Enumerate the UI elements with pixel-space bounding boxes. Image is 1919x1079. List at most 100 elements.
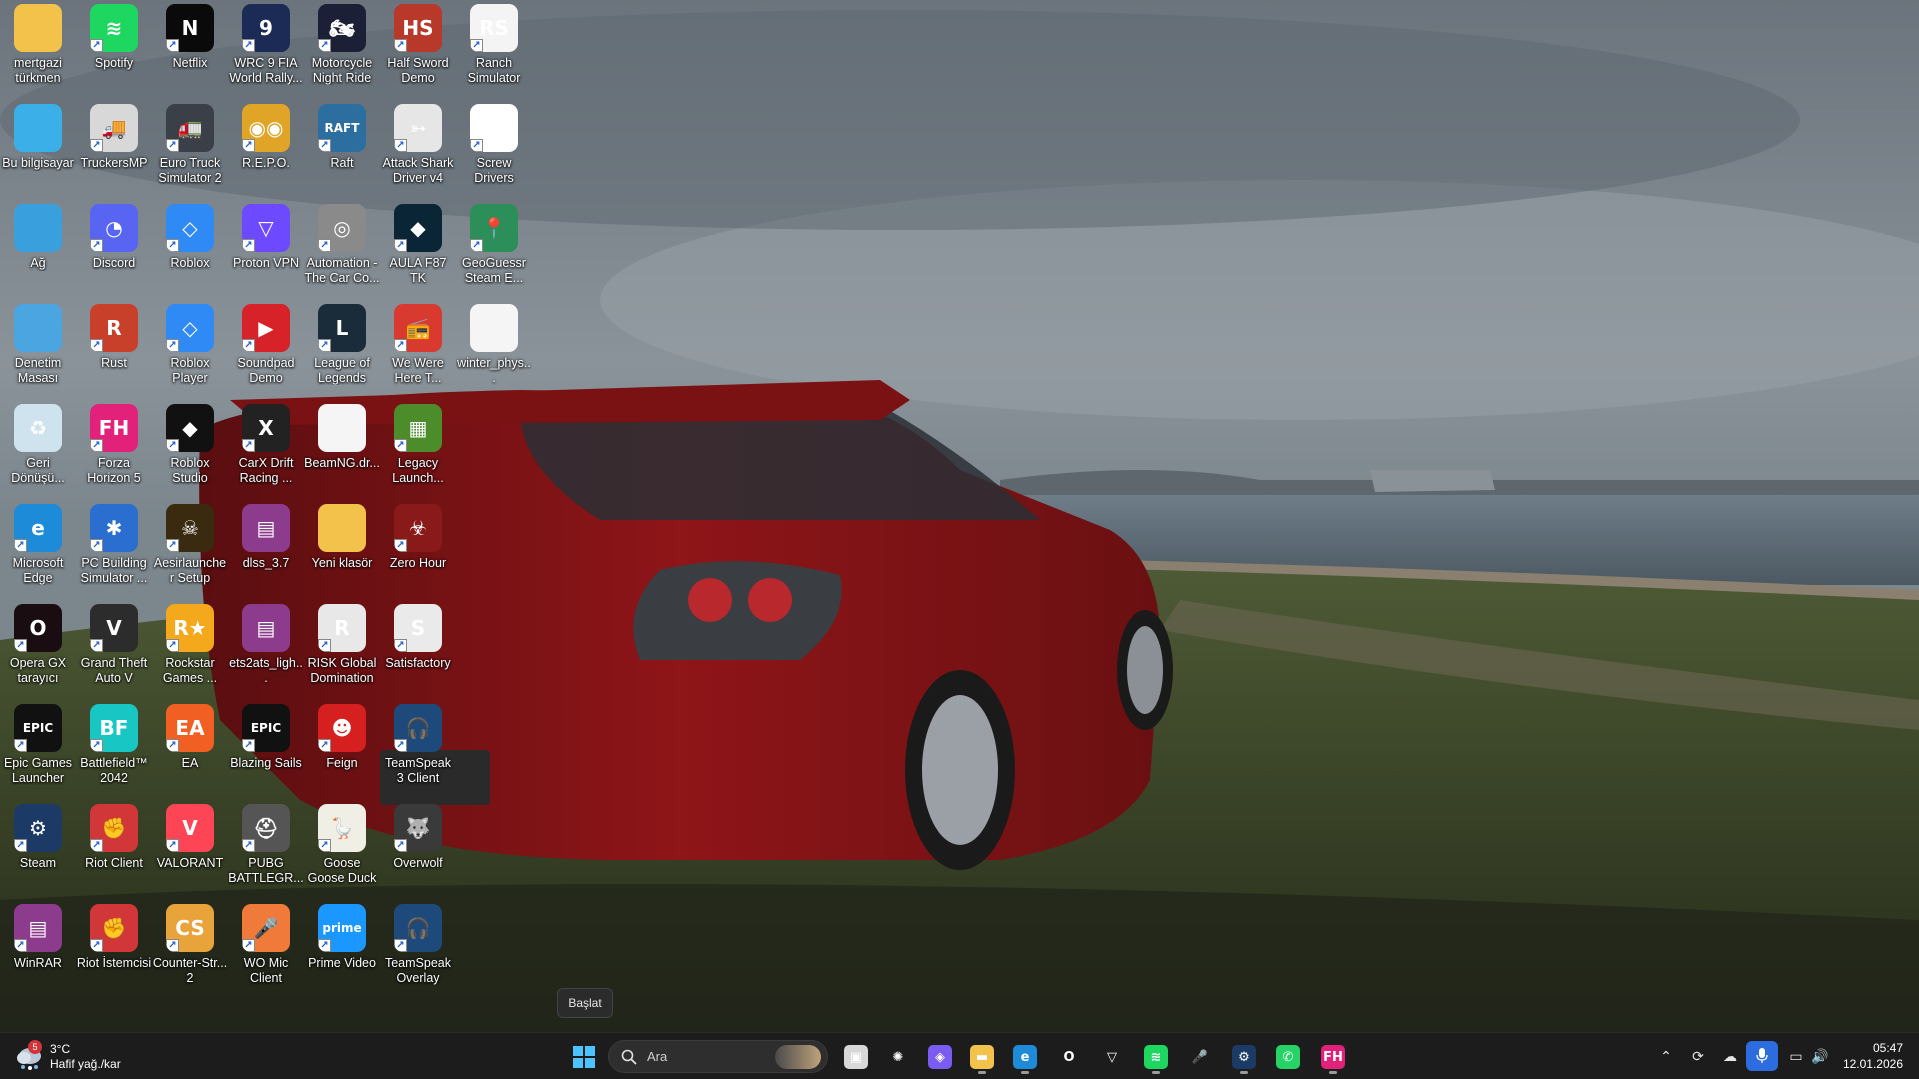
desktop-shortcut[interactable]: ◇ ↗ Roblox [152, 200, 228, 300]
taskbar-copilot-button[interactable]: ◈ [922, 1039, 958, 1075]
sync-icon[interactable]: ⟳ [1688, 1046, 1708, 1066]
icon-glyph: FH [98, 416, 130, 440]
taskbar-task-view-button[interactable]: ▣ [838, 1039, 874, 1075]
desktop-shortcut[interactable]: ▤ dlss_3.7 [228, 500, 304, 600]
desktop-shortcut[interactable]: X ↗ CarX Drift Racing ... [228, 400, 304, 500]
shortcut-arrow-icon: ↗ [394, 639, 407, 652]
search-box[interactable]: Ara [608, 1040, 828, 1073]
desktop-shortcut[interactable]: ✱ ↗ PC Building Simulator ... [76, 500, 152, 600]
icon-glyph: 🚛 [177, 116, 203, 140]
desktop-shortcut[interactable]: ◆ ↗ Roblox Studio [152, 400, 228, 500]
desktop-shortcut[interactable]: prime ↗ Prime Video [304, 900, 380, 1000]
desktop-shortcut[interactable]: 🪿 ↗ Goose Goose Duck [304, 800, 380, 900]
desktop-shortcut[interactable]: ⛑ ↗ PUBG BATTLEGR... [228, 800, 304, 900]
desktop-shortcut[interactable]: V ↗ VALORANT [152, 800, 228, 900]
desktop-shortcut[interactable]: ☣ ↗ Zero Hour [380, 500, 456, 600]
desktop-shortcut[interactable]: ⚙ ↗ Steam [0, 800, 76, 900]
desktop-shortcut[interactable]: ▤ ↗ WinRAR [0, 900, 76, 1000]
taskbar-microphone-button[interactable]: 🎤 [1182, 1039, 1218, 1075]
taskbar-forza-horizon-button[interactable]: FH [1315, 1039, 1351, 1075]
taskbar-file-explorer-button[interactable]: ▬ [964, 1039, 1000, 1075]
desktop-shortcut[interactable]: winter_phys... [456, 300, 532, 400]
desktop-shortcut[interactable]: EPIC ↗ Epic Games Launcher [0, 700, 76, 800]
desktop-shortcut[interactable]: ▦ ↗ Legacy Launch... [380, 400, 456, 500]
desktop-shortcut[interactable]: 9 ↗ WRC 9 FIA World Rally... [228, 0, 304, 100]
desktop-shortcut[interactable]: ◆ ↗ AULA F87 TK [380, 200, 456, 300]
desktop-shortcut[interactable]: 📍 ↗ GeoGuessr Steam E... [456, 200, 532, 300]
desktop-shortcut[interactable]: V ↗ Grand Theft Auto V [76, 600, 152, 700]
clock[interactable]: 05:47 12.01.2026 [1843, 1040, 1903, 1072]
desktop-shortcut[interactable]: BF ↗ Battlefield™ 2042 [76, 700, 152, 800]
desktop-shortcut-label: ets2ats_ligh... [229, 656, 303, 685]
desktop-shortcut[interactable]: 🎤 ↗ WO Mic Client [228, 900, 304, 1000]
desktop-shortcut[interactable]: N ↗ Netflix [152, 0, 228, 100]
desktop-shortcut[interactable]: mertgazi türkmen [0, 0, 76, 100]
desktop-shortcut[interactable]: RS ↗ Ranch Simulator [456, 0, 532, 100]
desktop-shortcut[interactable]: ☠ ↗ Aesirlauncher Setup [152, 500, 228, 600]
desktop-shortcut[interactable]: Bu bilgisayar [0, 100, 76, 200]
desktop-shortcut[interactable]: ▤ ets2ats_ligh... [228, 600, 304, 700]
desktop-shortcut[interactable]: ≋ ↗ Spotify [76, 0, 152, 100]
desktop-shortcut[interactable]: 🏍 ↗ Motorcycle Night Ride [304, 0, 380, 100]
desktop-shortcut[interactable]: R ↗ RISK Global Domination [304, 600, 380, 700]
desktop-shortcut[interactable]: 🚛 ↗ Euro Truck Simulator 2 [152, 100, 228, 200]
taskbar-opera-gx-button[interactable]: O [1051, 1039, 1087, 1075]
start-button[interactable] [568, 1041, 600, 1073]
weather-widget[interactable]: 5 3°C Hafif yağ./kar [14, 1039, 154, 1075]
proton-vpn-icon: ▽ ↗ [242, 204, 290, 252]
desktop-shortcut-label: PUBG BATTLEGR... [228, 856, 304, 885]
desktop-shortcut[interactable]: O ↗ Opera GX tarayıcı [0, 600, 76, 700]
taskbar-proton-vpn-button[interactable]: ▽ [1094, 1039, 1130, 1075]
desktop-shortcut[interactable]: SD ↗ Screw Drivers [456, 100, 532, 200]
desktop-shortcut[interactable]: BeamNG.dr... [304, 400, 380, 500]
onedrive-icon[interactable]: ☁ [1720, 1046, 1740, 1066]
desktop-shortcut[interactable]: ✊ ↗ Riot İstemcisi [76, 900, 152, 1000]
desktop-shortcut[interactable]: Yeni klasör [304, 500, 380, 600]
desktop-shortcut[interactable]: e ↗ Microsoft Edge [0, 500, 76, 600]
desktop-shortcut[interactable]: EA ↗ EA [152, 700, 228, 800]
desktop-shortcut-label: Feign [326, 756, 358, 770]
desktop-shortcut[interactable]: ◉◉ ↗ R.E.P.O. [228, 100, 304, 200]
network-icon[interactable]: ▭ [1786, 1046, 1806, 1066]
desktop-shortcut[interactable]: ✊ ↗ Riot Client [76, 800, 152, 900]
taskbar-whatsapp-button[interactable]: ✆ [1270, 1039, 1306, 1075]
volume-icon[interactable]: 🔊 [1810, 1046, 1830, 1066]
desktop-shortcut[interactable]: CS ↗ Counter-Str... 2 [152, 900, 228, 1000]
desktop-shortcut[interactable]: 🎧 ↗ TeamSpeak 3 Client [380, 700, 456, 800]
desktop-shortcut[interactable]: RAFT ↗ Raft [304, 100, 380, 200]
desktop-shortcut[interactable]: ◇ ↗ Roblox Player [152, 300, 228, 400]
microphone-in-use-indicator[interactable] [1746, 1041, 1778, 1071]
desktop-shortcut[interactable]: 🎧 ↗ TeamSpeak Overlay [380, 900, 456, 1000]
desktop-shortcut[interactable]: 🚚 ↗ TruckersMP [76, 100, 152, 200]
desktop-shortcut[interactable]: Ağ [0, 200, 76, 300]
desktop-shortcut-label: Forza Horizon 5 [87, 456, 141, 485]
desktop-shortcut[interactable]: 🐺 ↗ Overwolf [380, 800, 456, 900]
taskbar-steam-button[interactable]: ⚙ [1226, 1039, 1262, 1075]
desktop-shortcut[interactable]: L ↗ League of Legends [304, 300, 380, 400]
taskbar-chatgpt-button[interactable]: ✺ [880, 1039, 916, 1075]
desktop-shortcut[interactable]: Denetim Masası [0, 300, 76, 400]
desktop-shortcut[interactable]: EPIC ↗ Blazing Sails [228, 700, 304, 800]
desktop-shortcut[interactable]: ▶ ↗ Soundpad Demo [228, 300, 304, 400]
icon-glyph: ✱ [105, 516, 123, 540]
geoguessr-icon: 📍 ↗ [470, 204, 518, 252]
desktop-shortcut[interactable]: ◎ ↗ Automation - The Car Co... [304, 200, 380, 300]
desktop-shortcut[interactable]: ♻ Geri Dönüşü... [0, 400, 76, 500]
taskbar-edge-button[interactable]: e [1007, 1039, 1043, 1075]
icon-glyph: ☠ [181, 516, 199, 540]
desktop-shortcut[interactable]: R ↗ Rust [76, 300, 152, 400]
desktop-shortcut[interactable]: FH ↗ Forza Horizon 5 [76, 400, 152, 500]
desktop-shortcut[interactable]: ▽ ↗ Proton VPN [228, 200, 304, 300]
desktop-shortcut[interactable]: ☻ ↗ Feign [304, 700, 380, 800]
desktop-shortcut-label: Half Sword Demo [387, 56, 449, 85]
desktop-shortcut[interactable]: ➳ ↗ Attack Shark Driver v4 [380, 100, 456, 200]
desktop-shortcut[interactable]: 📻 ↗ We Were Here T... [380, 300, 456, 400]
desktop-shortcut[interactable]: S ↗ Satisfactory [380, 600, 456, 700]
desktop-shortcut-label: Netflix [172, 56, 208, 70]
winrar-archive-icon: ▤ [242, 504, 290, 552]
chevron-up-icon[interactable]: ⌃ [1656, 1046, 1676, 1066]
desktop-shortcut[interactable]: R★ ↗ Rockstar Games ... [152, 600, 228, 700]
desktop-shortcut[interactable]: ◔ ↗ Discord [76, 200, 152, 300]
desktop-shortcut[interactable]: HS ↗ Half Sword Demo [380, 0, 456, 100]
taskbar-spotify-button[interactable]: ≋ [1138, 1039, 1174, 1075]
